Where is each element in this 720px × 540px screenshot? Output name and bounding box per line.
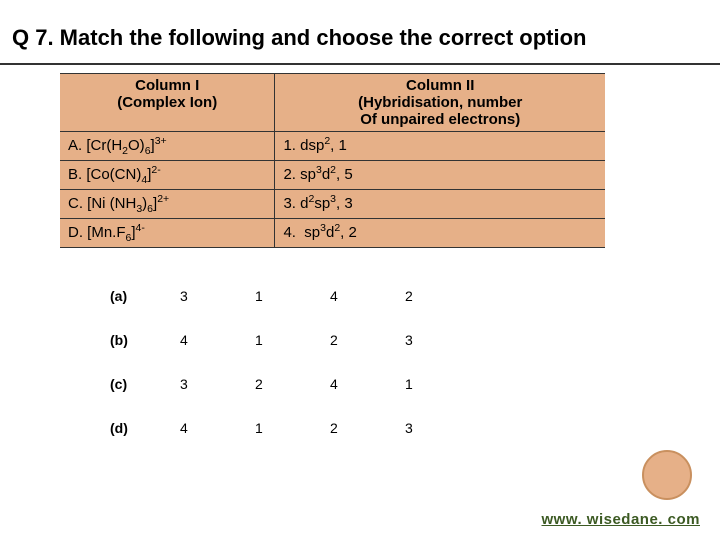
option-c[interactable]: (c) 3 2 4 1 <box>110 376 720 392</box>
option-d-v3: 2 <box>330 420 405 436</box>
column1-header: Column I (Complex Ion) <box>60 74 275 132</box>
answer-options: (a) 3 1 4 2 (b) 4 1 2 3 (c) 3 2 4 1 (d) … <box>110 288 720 436</box>
row-b-left: B. [Co(CN)4]2- <box>60 161 275 190</box>
option-c-label: (c) <box>110 376 180 392</box>
row-c-right: 3. d2sp3, 3 <box>275 190 605 219</box>
col2-line1: Column II <box>406 77 474 94</box>
option-a-label: (a) <box>110 288 180 304</box>
option-d[interactable]: (d) 4 1 2 3 <box>110 420 720 436</box>
option-b-label: (b) <box>110 332 180 348</box>
col2-line3: Of unpaired electrons) <box>360 111 520 128</box>
option-a[interactable]: (a) 3 1 4 2 <box>110 288 720 304</box>
row-a-right: 1. dsp2, 1 <box>275 132 605 161</box>
option-a-v4: 2 <box>405 288 480 304</box>
column2-header: Column II (Hybridisation, number Of unpa… <box>275 74 605 132</box>
option-c-v1: 3 <box>180 376 255 392</box>
col2-line2: (Hybridisation, number <box>358 94 522 111</box>
match-table: Column I (Complex Ion) Column II (Hybrid… <box>60 73 605 248</box>
option-b-v1: 4 <box>180 332 255 348</box>
option-a-v3: 4 <box>330 288 405 304</box>
row-a-left: A. [Cr(H2O)6]3+ <box>60 132 275 161</box>
option-c-v2: 2 <box>255 376 330 392</box>
row-c-left: C. [Ni (NH3)6]2+ <box>60 190 275 219</box>
row-d-right: 4. sp3d2, 2 <box>275 219 605 248</box>
col1-line1: Column I <box>135 77 199 94</box>
option-d-label: (d) <box>110 420 180 436</box>
option-c-v3: 4 <box>330 376 405 392</box>
option-b[interactable]: (b) 4 1 2 3 <box>110 332 720 348</box>
decorative-circle-icon <box>642 450 692 500</box>
question-title: Q 7. Match the following and choose the … <box>0 0 720 65</box>
option-b-v2: 1 <box>255 332 330 348</box>
option-a-v1: 3 <box>180 288 255 304</box>
option-a-v2: 1 <box>255 288 330 304</box>
option-d-v4: 3 <box>405 420 480 436</box>
option-b-v4: 3 <box>405 332 480 348</box>
option-c-v4: 1 <box>405 376 480 392</box>
option-b-v3: 2 <box>330 332 405 348</box>
row-b-right: 2. sp3d2, 5 <box>275 161 605 190</box>
option-d-v2: 1 <box>255 420 330 436</box>
footer-link[interactable]: www. wisedane. com <box>542 511 701 528</box>
row-d-left: D. [Mn.F6]4- <box>60 219 275 248</box>
option-d-v1: 4 <box>180 420 255 436</box>
col1-line2: (Complex Ion) <box>117 94 217 111</box>
